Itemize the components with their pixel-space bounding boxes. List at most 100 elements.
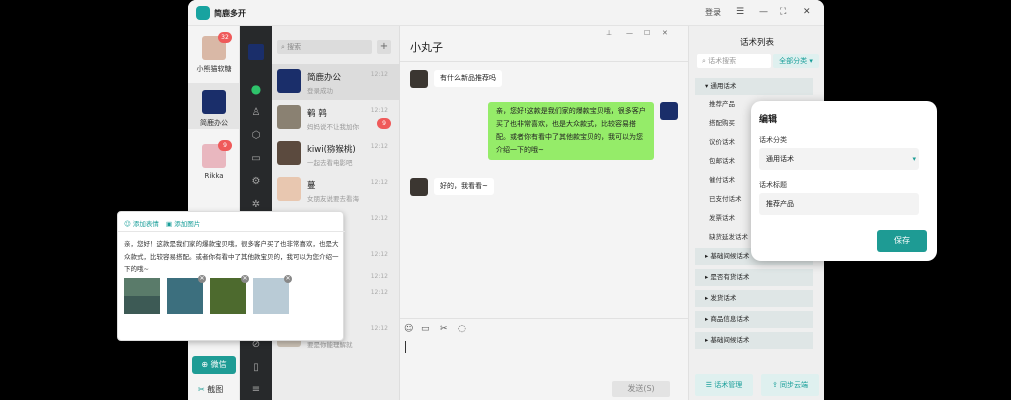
login-button[interactable]: 登录	[705, 7, 721, 18]
chat-preview: 妈妈说不让我加你	[307, 123, 359, 131]
cloud-sync-button[interactable]: ⇪ 同步云端	[761, 374, 819, 396]
save-button[interactable]: 保存	[877, 230, 927, 252]
product-image[interactable]	[124, 278, 160, 314]
chevron-down-icon: ▾	[912, 155, 916, 163]
message-bubble: 亲，您好!这款是我们家的爆款宝贝哦，很多客户买了也非常喜欢，也是大众款式，比较容…	[488, 102, 654, 160]
menu-icon[interactable]: ☰	[736, 7, 744, 17]
list-item[interactable]: 简鹿办公 登录成功 12:12	[272, 64, 400, 100]
reply-text[interactable]: 亲，您好！这款是我们家的爆款宝贝哦，很多客户买了也非常喜欢，也是大众款式，比较容…	[124, 238, 340, 276]
send-button[interactable]: 发送(S)	[612, 381, 670, 397]
chat-time: 12:12	[370, 215, 388, 222]
chat-time: 12:12	[370, 289, 388, 296]
sofa-shape	[124, 296, 160, 314]
script-group[interactable]: ▸ 发货话术	[695, 290, 813, 307]
image-icon: ▣	[166, 220, 175, 228]
chat-panel: 小丸子 ⊥ — ☐ ✕ 有什么新品推荐吗 亲，您好!这款是我们家的爆款宝贝哦，很…	[400, 26, 688, 400]
pin-icon[interactable]: ⊥	[606, 29, 612, 37]
minimize-icon[interactable]: —	[759, 7, 768, 17]
text-cursor[interactable]	[405, 341, 406, 353]
quick-reply-popup: ☺ 添加表情 ▣ 添加图片 亲，您好！这款是我们家的爆款宝贝哦，很多客户买了也非…	[117, 211, 345, 341]
avatar: 32	[202, 32, 232, 60]
category-dropdown[interactable]: 全部分类 ▾	[773, 54, 819, 68]
remove-icon[interactable]: ✕	[241, 275, 249, 283]
chat-time: 12:12	[370, 71, 388, 78]
contacts-icon[interactable]: ♙	[249, 106, 263, 120]
title-label: 话术标题	[759, 181, 787, 189]
title-bar: 简鹿多开 登录 ☰ — ⛶ ✕	[188, 0, 824, 26]
title-input[interactable]: 推荐产品	[759, 193, 919, 215]
edit-title: 编辑	[759, 115, 778, 125]
account-name: Rikka	[204, 172, 224, 180]
avatar	[202, 90, 226, 114]
settings-icon[interactable]: ⚙	[249, 175, 263, 189]
close-icon[interactable]: ✕	[803, 7, 811, 17]
product-image[interactable]: ✕	[210, 275, 249, 314]
folder-icon[interactable]: ▭	[421, 324, 430, 334]
avatar	[277, 69, 301, 93]
remove-icon[interactable]: ✕	[198, 275, 206, 283]
list-item[interactable]: kiwi(猕猴桃) 一起去看电影吧 12:12	[272, 136, 400, 172]
chat-name: kiwi(猕猴桃)	[307, 145, 356, 155]
divider	[118, 231, 345, 232]
scripts-search-input[interactable]: ⌕ 话术搜索	[697, 54, 771, 68]
wechat-button[interactable]: ⊕ 微信	[192, 356, 236, 374]
script-manage-button[interactable]: ☰ 话术管理	[695, 374, 753, 396]
chat-time: 12:12	[370, 107, 388, 114]
folder-icon[interactable]: ▭	[249, 152, 263, 166]
script-group[interactable]: ▸ 商品信息话术	[695, 311, 813, 328]
fullscreen-icon[interactable]: ⛶	[780, 7, 786, 17]
script-group[interactable]: ▸ 基础间候话术	[695, 332, 813, 349]
account-name: 小熊猫软糖	[196, 65, 232, 73]
emoji-icon: ☺	[124, 220, 133, 228]
screenshot-button[interactable]: ✂ 截图	[198, 384, 223, 395]
script-group[interactable]: ▾ 通用话术	[695, 78, 813, 95]
avatar	[410, 178, 428, 196]
chat-preview: 一起去看电影吧	[307, 159, 353, 167]
menu-icon[interactable]: ≡	[249, 383, 263, 397]
account-item-active[interactable]: 简鹿办公	[188, 83, 240, 129]
maximize-icon[interactable]: ☐	[644, 29, 650, 37]
gear-icon[interactable]: ✲	[249, 198, 263, 212]
script-group[interactable]: ▸ 是否有货话术	[695, 269, 813, 286]
box-icon[interactable]: ⬡	[249, 129, 263, 143]
scissors-icon: ✂	[198, 385, 208, 394]
account-avatar	[248, 44, 264, 60]
scripts-title: 话术列表	[739, 38, 774, 48]
phone-icon[interactable]: ▯	[249, 361, 263, 375]
chat-name: 简鹿办公	[307, 73, 342, 83]
avatar	[660, 102, 678, 120]
account-item[interactable]: 9 Rikka	[188, 140, 240, 180]
chat-preview: 女朋友说要去看海	[307, 195, 359, 203]
chat-bubble-icon[interactable]: ◌	[458, 324, 466, 334]
category-label: 话术分类	[759, 136, 787, 144]
add-chat-button[interactable]: +	[377, 40, 391, 54]
product-image[interactable]: ✕	[253, 275, 292, 314]
add-image-button[interactable]: ▣ 添加图片	[166, 218, 200, 228]
emoji-icon[interactable]: ☺	[404, 324, 413, 334]
category-select[interactable]: 通用话术 ▾	[759, 148, 919, 170]
list-item[interactable]: 鹌 鹑 妈妈说不让我加你 12:12 9	[272, 100, 400, 136]
account-item[interactable]: 32 小熊猫软糖	[188, 32, 240, 74]
chat-header: 小丸子 ⊥ — ☐ ✕	[400, 26, 688, 62]
chevron-down-icon: ▾	[807, 57, 813, 65]
message-bubble: 好的，我看看~	[434, 178, 494, 195]
scissors-icon[interactable]: ✂	[440, 324, 448, 334]
minimize-icon[interactable]: —	[626, 29, 633, 37]
chat-time: 12:12	[370, 273, 388, 280]
add-emoji-button[interactable]: ☺ 添加表情	[124, 218, 159, 228]
avatar	[277, 141, 301, 165]
close-icon[interactable]: ✕	[662, 29, 668, 37]
product-image[interactable]: ✕	[167, 275, 206, 314]
chat-icon[interactable]: ●	[249, 82, 263, 96]
edit-card: 编辑 话术分类 通用话术 ▾ 话术标题 推荐产品 保存	[751, 101, 937, 261]
chat-time: 12:12	[370, 325, 388, 332]
chat-time: 12:12	[370, 143, 388, 150]
remove-icon[interactable]: ✕	[284, 275, 292, 283]
unread-badge: 32	[218, 32, 232, 43]
avatar	[277, 177, 301, 201]
message-bubble: 有什么新品推荐吗	[434, 70, 502, 87]
list-item[interactable]: 蔓 女朋友说要去看海 12:12	[272, 172, 400, 208]
chat-search-input[interactable]: ⌕ 搜索	[277, 40, 372, 54]
app-title: 简鹿多开	[214, 9, 246, 18]
chat-title: 小丸子	[410, 41, 443, 54]
